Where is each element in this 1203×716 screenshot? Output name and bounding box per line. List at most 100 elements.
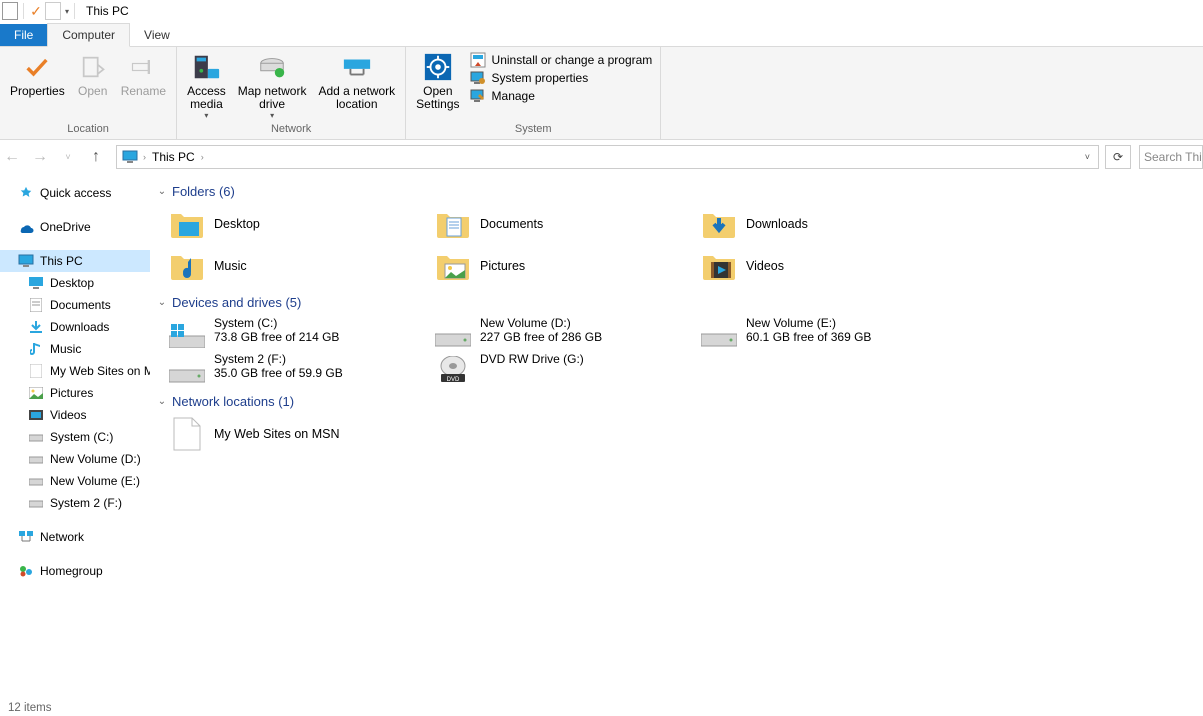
back-button[interactable]: ← (0, 145, 24, 169)
drive-item[interactable]: DVD DVD RW Drive (G:) (422, 350, 688, 386)
drive-icon (28, 429, 44, 445)
sidebar-item-volume-d[interactable]: New Volume (D:) (0, 448, 150, 470)
folder-label: Desktop (214, 217, 260, 231)
up-button[interactable]: ↑ (84, 145, 108, 169)
network-location-item[interactable]: My Web Sites on MSN (156, 413, 422, 455)
group-label: Network (181, 123, 401, 137)
qat-dropdown-icon[interactable]: ▾ (65, 7, 69, 16)
forward-button[interactable]: → (28, 145, 52, 169)
drive-icon: DVD (434, 352, 472, 384)
group-header-drives[interactable]: ⌄ Devices and drives (5) (156, 291, 1203, 314)
file-icon (168, 415, 206, 453)
folder-item[interactable]: Desktop (156, 203, 422, 245)
address-bar[interactable]: › This PC › ˅ (116, 145, 1099, 169)
chevron-right-icon[interactable]: › (141, 152, 148, 162)
add-location-icon (341, 51, 373, 83)
drive-icon (168, 352, 206, 384)
refresh-button[interactable]: ⟳ (1105, 145, 1131, 169)
chevron-right-icon[interactable]: › (199, 152, 206, 162)
drive-icon (168, 316, 206, 348)
folder-item[interactable]: Documents (422, 203, 688, 245)
map-drive-button[interactable]: Map network drive▾ (232, 49, 313, 122)
folder-label: Music (214, 259, 247, 273)
sidebar-item-onedrive[interactable]: OneDrive (0, 216, 150, 238)
sidebar-item-pictures[interactable]: Pictures (0, 382, 150, 404)
folder-icon (168, 247, 206, 285)
system-properties-icon (470, 70, 486, 86)
drive-label: System 2 (F:) (214, 352, 286, 366)
group-header-folders[interactable]: ⌄ Folders (6) (156, 180, 1203, 203)
drive-label: DVD RW Drive (G:) (480, 352, 584, 366)
folder-item[interactable]: Videos (688, 245, 954, 287)
drive-item[interactable]: System (C:)73.8 GB free of 214 GB (156, 314, 422, 350)
sidebar-item-music[interactable]: Music (0, 338, 150, 360)
breadcrumb-this-pc[interactable]: This PC (148, 149, 199, 165)
drive-sublabel: 60.1 GB free of 369 GB (746, 330, 871, 344)
drive-item[interactable]: System 2 (F:)35.0 GB free of 59.9 GB (156, 350, 422, 386)
folder-item[interactable]: Pictures (422, 245, 688, 287)
manage-link[interactable]: Manage (466, 87, 657, 105)
label: Map network drive (238, 85, 307, 111)
folder-item[interactable]: Downloads (688, 203, 954, 245)
drive-item[interactable]: New Volume (D:)227 GB free of 286 GB (422, 314, 688, 350)
group-network-locations: ⌄ Network locations (1) My Web Sites on … (156, 390, 1203, 455)
open-settings-button[interactable]: Open Settings (410, 49, 465, 113)
ribbon-group-location: Properties Open Rename Location (0, 47, 177, 139)
pictures-icon (28, 385, 44, 401)
address-dropdown-icon[interactable]: ˅ (1079, 152, 1096, 162)
sidebar-item-volume-e[interactable]: New Volume (E:) (0, 470, 150, 492)
new-qat-icon[interactable] (45, 2, 61, 20)
add-network-location-button[interactable]: Add a network location (312, 49, 401, 113)
tab-view[interactable]: View (130, 24, 184, 46)
open-button: Open (71, 49, 115, 100)
sidebar-item-documents[interactable]: Documents (0, 294, 150, 316)
system-properties-link[interactable]: System properties (466, 69, 657, 87)
folder-label: Downloads (746, 217, 808, 231)
music-icon (28, 341, 44, 357)
drive-label: New Volume (E:) (746, 316, 836, 330)
onedrive-icon (18, 219, 34, 235)
homegroup-icon (18, 563, 34, 579)
drive-icon (434, 316, 472, 348)
drive-icon (700, 316, 738, 348)
system-links: Uninstall or change a program System pro… (466, 49, 657, 105)
label: Access media (187, 85, 226, 111)
sidebar-item-myweb[interactable]: My Web Sites on MSN (0, 360, 150, 382)
separator (23, 3, 24, 19)
svg-text:DVD: DVD (447, 377, 460, 383)
uninstall-program-link[interactable]: Uninstall or change a program (466, 51, 657, 69)
drive-label: New Volume (D:) (480, 316, 571, 330)
sidebar-item-system2-f[interactable]: System 2 (F:) (0, 492, 150, 514)
sidebar-item-quick-access[interactable]: Quick access (0, 182, 150, 204)
drive-item[interactable]: New Volume (E:)60.1 GB free of 369 GB (688, 314, 954, 350)
sidebar-item-this-pc[interactable]: This PC (0, 250, 150, 272)
sidebar-item-desktop[interactable]: Desktop (0, 272, 150, 294)
folder-label: Pictures (480, 259, 525, 273)
check-icon (21, 51, 53, 83)
access-media-button[interactable]: Access media▾ (181, 49, 232, 122)
sidebar-item-videos[interactable]: Videos (0, 404, 150, 426)
properties-button[interactable]: Properties (4, 49, 71, 100)
sidebar-item-system-c[interactable]: System (C:) (0, 426, 150, 448)
open-icon (77, 51, 109, 83)
desktop-icon (28, 275, 44, 291)
properties-qat-icon[interactable]: ✓ (29, 4, 43, 18)
sidebar-item-homegroup[interactable]: Homegroup (0, 560, 150, 582)
tab-file[interactable]: File (0, 24, 47, 46)
tab-computer[interactable]: Computer (47, 23, 130, 47)
group-header-netloc[interactable]: ⌄ Network locations (1) (156, 390, 1203, 413)
recent-dropdown[interactable]: ˅ (56, 145, 80, 169)
chevron-down-icon: ⌄ (156, 396, 168, 407)
window-title: This PC (86, 4, 129, 18)
folder-item[interactable]: Music (156, 245, 422, 287)
drive-sublabel: 35.0 GB free of 59.9 GB (214, 366, 343, 380)
group-label: Location (4, 123, 172, 137)
folder-icon (168, 205, 206, 243)
document-icon (28, 297, 44, 313)
drive-sublabel: 227 GB free of 286 GB (480, 330, 602, 344)
search-box[interactable]: Search This PC (1139, 145, 1203, 169)
sidebar-item-network[interactable]: Network (0, 526, 150, 548)
drive-icon (28, 473, 44, 489)
drive-icon (28, 451, 44, 467)
sidebar-item-downloads[interactable]: Downloads (0, 316, 150, 338)
